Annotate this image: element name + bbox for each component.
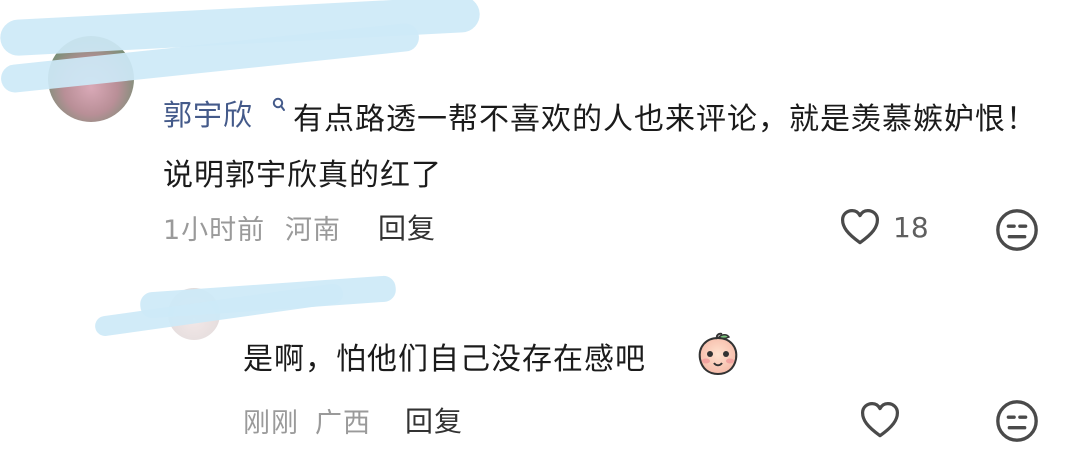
- reply-to-reply-button[interactable]: 回复: [405, 400, 463, 440]
- comment-location: 河南: [285, 215, 341, 246]
- reply-text: 是啊，怕他们自己没存在感吧: [243, 342, 646, 377]
- meh-face-icon[interactable]: [994, 398, 1040, 444]
- comment-time: 1小时前: [163, 215, 266, 246]
- heart-icon[interactable]: [856, 399, 904, 443]
- peach-emoji-icon: [698, 332, 738, 376]
- reply-button[interactable]: 回复: [378, 207, 436, 247]
- like-count: 18: [893, 211, 929, 244]
- reply-location: 广西: [315, 408, 371, 439]
- meh-face-icon[interactable]: [994, 207, 1040, 253]
- reply-time: 刚刚: [243, 408, 299, 439]
- heart-icon[interactable]: [836, 206, 884, 250]
- commenter-name[interactable]: 郭宇欣: [163, 92, 253, 134]
- user-badge-icon: [272, 97, 285, 111]
- comment-text: 有点路透一帮不喜欢的人也来评论，就是羡慕嫉妒恨！说明郭宇欣真的红了: [163, 102, 1037, 193]
